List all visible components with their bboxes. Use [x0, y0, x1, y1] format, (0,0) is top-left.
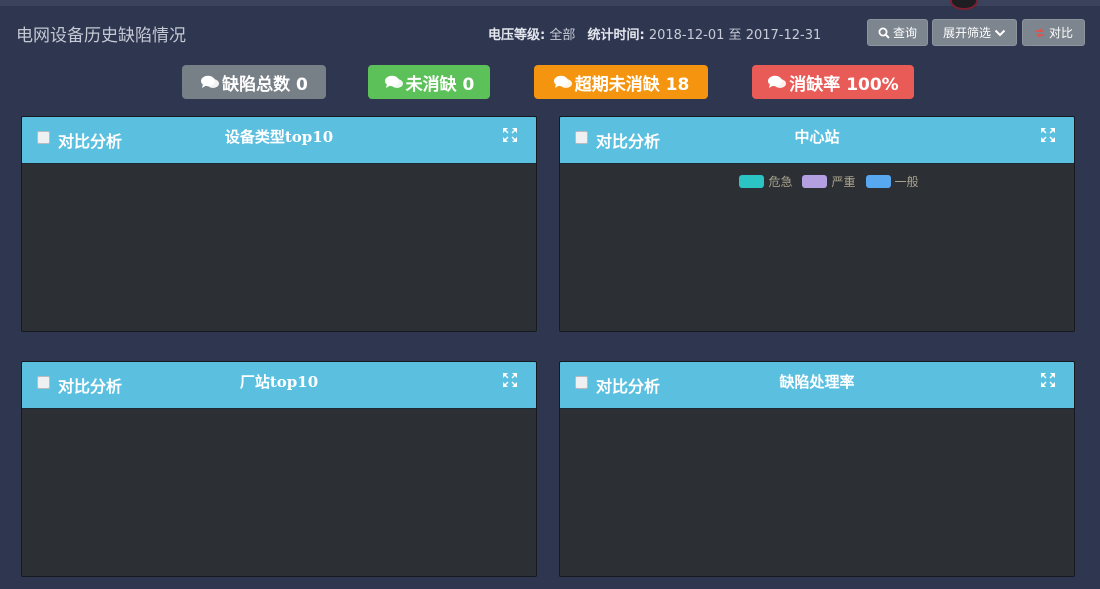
panel-title: 设备类型top10	[224, 128, 334, 146]
legend-label: 危急	[768, 175, 793, 189]
compare-button[interactable]: 对比	[1022, 19, 1085, 46]
fullscreen-icon[interactable]	[1040, 372, 1056, 388]
panel-defect-handling-rate: 对比分析 缺陷处理率	[559, 361, 1075, 577]
fullscreen-icon[interactable]	[502, 127, 518, 143]
period-label: 统计时间:	[587, 28, 645, 43]
period-start: 2018-12-01	[648, 28, 725, 43]
filter-summary: 电压等级: 全部 统计时间: 2018-12-01 至 2017-12-31	[488, 24, 829, 43]
comments-icon	[768, 75, 787, 88]
top-strip	[0, 0, 1100, 6]
query-button[interactable]: 查询	[867, 19, 928, 46]
fullscreen-icon[interactable]	[1040, 127, 1056, 143]
panel-header: 对比分析 缺陷处理率	[560, 362, 1074, 409]
period-end: 2017-12-31	[745, 28, 822, 43]
panel-header: 对比分析 厂站top10	[22, 362, 536, 409]
voltage-label: 电压等级:	[488, 28, 546, 43]
legend-label: 严重	[831, 175, 856, 189]
comments-icon	[553, 75, 572, 88]
comments-icon	[384, 75, 403, 88]
legend-swatch	[802, 175, 828, 188]
overdue-badge: 超期未消缺 18	[534, 65, 708, 99]
unresolved-label: 未消缺 0	[405, 74, 475, 95]
legend-label: 一般	[894, 175, 919, 189]
compare-label: 对比	[1048, 26, 1073, 40]
resolve-rate-label: 消缺率 100%	[789, 74, 899, 95]
voltage-value: 全部	[549, 28, 576, 43]
panel-header: 对比分析 设备类型top10	[22, 117, 536, 164]
defect-total-badge: 缺陷总数 0	[182, 65, 326, 99]
query-label: 查询	[892, 26, 917, 40]
chevron-down-icon	[994, 29, 1006, 36]
page-title: 电网设备历史缺陷情况	[16, 26, 186, 46]
resolve-rate-badge: 消缺率 100%	[752, 65, 914, 99]
compare-icon	[1035, 27, 1045, 38]
panel-title: 中心站	[794, 128, 840, 146]
panel-equipment-type: 对比分析 设备类型top10	[21, 116, 537, 332]
panel-title: 缺陷处理率	[779, 373, 855, 391]
legend-swatch	[865, 175, 891, 188]
period-separator: 至	[728, 28, 742, 43]
legend-swatch	[739, 175, 765, 188]
expand-filter-button[interactable]: 展开筛选	[932, 19, 1017, 46]
panel-header: 对比分析 中心站	[560, 117, 1074, 164]
expand-filter-label: 展开筛选	[942, 26, 991, 40]
fullscreen-icon[interactable]	[502, 372, 518, 388]
defect-total-label: 缺陷总数 0	[222, 74, 308, 95]
panel-station-top10: 对比分析 厂站top10	[21, 361, 537, 577]
legend-item-general[interactable]: 一般	[865, 173, 919, 190]
search-icon	[878, 27, 890, 39]
overdue-label: 超期未消缺 18	[574, 74, 690, 95]
avatar[interactable]	[950, 0, 978, 10]
chart-legend: 危急 严重 一般	[560, 173, 1074, 190]
panel-center-station: 对比分析 中心站 危急 严重 一般	[559, 116, 1075, 332]
unresolved-badge: 未消缺 0	[368, 65, 490, 99]
legend-item-critical[interactable]: 危急	[739, 173, 792, 190]
legend-item-serious[interactable]: 严重	[802, 173, 856, 190]
comments-icon	[201, 75, 220, 88]
panel-title: 厂站top10	[239, 373, 319, 391]
